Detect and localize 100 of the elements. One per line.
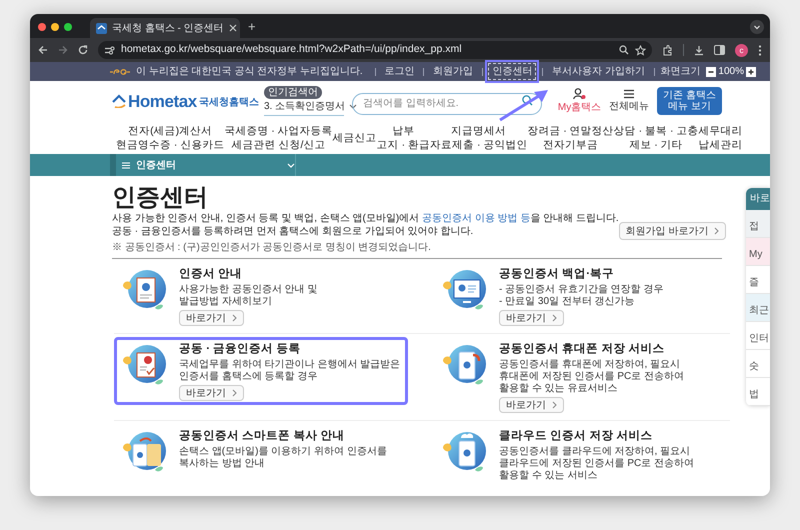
bookmark-star-icon[interactable] (635, 44, 646, 56)
extensions-icon[interactable] (662, 44, 673, 56)
card-title: 인증서 안내 (179, 267, 244, 282)
nav-menu-item[interactable]: 세무대리 납세관리 (698, 124, 742, 152)
shortcut-button[interactable]: 바로가기 (179, 310, 244, 326)
service-card[interactable]: 클라우드 인증서 저장 서비스 공동인증서를 클라우드에 저장하여, 필요시 클라우드에 저장된 인증서를 PC로 전송하여 활용할 수 있는 서비스 (434, 424, 730, 486)
copy-certificate-icon (121, 430, 169, 474)
card-description: 국세업무를 위하여 타기관이나 은행에서 발급받은 인증서를 홈택스에 등록할 경우 (179, 359, 400, 383)
top-link[interactable]: 회원가입 (430, 64, 476, 79)
page-title: 인증센터 (112, 184, 209, 212)
close-window-button[interactable] (38, 23, 46, 31)
zoom-icon[interactable] (619, 45, 629, 55)
new-tab-button[interactable]: + (246, 18, 258, 38)
document-certificate-icon (121, 268, 169, 312)
intro-text: 사용 가능한 인증서 안내, 인증서 등록 및 백업, 손택스 앱(모바일)에서 공동인증서 이용 방법 등을 안내해 드립니다. (112, 212, 619, 225)
nav-menu-item[interactable]: 전자(세금)계산서 현금영수증 · 신용카드 (116, 124, 224, 152)
service-card[interactable]: 공동 · 금융인증서 등록 국세업무를 위하여 타기관이나 은행에서 발급받은 인증서를 홈택스에 등록할 경우 바로가기 (114, 337, 408, 405)
nav-menu-item[interactable]: 국세증명 · 사업자등록 세금관련 신청/신고 (224, 124, 333, 152)
top-link[interactable]: 부서사용자 가입하기 (549, 64, 648, 79)
card-description: 공동인증서를 클라우드에 저장하여, 필요시 클라우드에 저장된 인증서를 PC로 전송하여 활용할 수 있는 서비스 (499, 446, 694, 482)
browser-tab[interactable]: 국세청 홈택스 - 인증센터 (90, 18, 240, 38)
chevron-down-icon (287, 162, 295, 168)
card-title: 클라우드 인증서 저장 서비스 (499, 429, 654, 444)
chevron-right-icon (552, 401, 557, 409)
side-panel-icon[interactable] (714, 45, 725, 55)
card-description: 사용가능한 공동인증서 안내 및 발급방법 자세히보기 (179, 284, 318, 308)
card-description: 손택스 앱(모바일)를 이용하기 위하여 인증서를 복사하는 방법 안내 (179, 446, 387, 470)
user-icon (573, 88, 586, 100)
zoom-window-button[interactable] (64, 23, 72, 31)
tab-list-icon[interactable] (750, 20, 764, 34)
shortcut-button[interactable]: 바로가기 (179, 385, 244, 401)
card-title: 공동인증서 휴대폰 저장 서비스 (499, 342, 666, 357)
nav-menu-item[interactable]: 세금신고 (332, 130, 377, 144)
nav-menu-item[interactable]: 장려금 · 연말정산 전자기부금 (527, 124, 614, 152)
more-menu-icon[interactable] (758, 44, 762, 56)
chevron-right-icon (714, 227, 720, 235)
site-settings-icon[interactable] (104, 46, 115, 54)
quick-menu-item[interactable]: 법 (746, 378, 770, 406)
shortcut-button[interactable]: 바로가기 (499, 397, 564, 413)
phone-certificate-icon (441, 343, 489, 387)
favicon-icon (96, 22, 107, 34)
my-hometax-link[interactable]: My홈택스 (558, 88, 602, 114)
note-text: ※ 공동인증서 : (구)공인인증서가 공동인증서로 명칭이 변경되었습니다. (112, 241, 432, 254)
full-menu-button[interactable]: 전체메뉴 (609, 88, 650, 114)
quick-menu-heading: 바로 (746, 188, 770, 210)
search-field[interactable]: 검색어를 입력하세요. (352, 92, 542, 114)
pointer-arrow (499, 90, 548, 122)
breadcrumb-menu[interactable]: 인증센터 (110, 154, 296, 176)
quick-menu-item[interactable]: 숫 (746, 350, 770, 378)
quick-menu-item[interactable]: 접 (746, 210, 770, 238)
screen-size-label: 화면크기 (660, 65, 700, 79)
quick-menu-item[interactable]: 최근 (746, 294, 770, 322)
legacy-menu-button[interactable]: 기존 홈택스 메뉴 보기 (657, 87, 722, 115)
chevron-down-icon[interactable] (349, 104, 358, 109)
nav-menu-item[interactable]: 지급명세서 자료제출 · 공익법인 (430, 124, 528, 152)
service-card[interactable]: 공동인증서 백업·복구 - 공동인증서 유효기간을 연장할 경우 - 만료일 30일 전부터 갱신가능 바로가기 (434, 262, 730, 330)
nav-menu-item[interactable]: 상담 · 불복 · 고충 제보 · 기타 (614, 124, 698, 152)
url-text: hometax.go.kr/websquare/websquare.html?w2xPath=/ui/pp/index_pp.xml (121, 42, 463, 58)
chevron-right-icon (232, 389, 237, 397)
award-certificate-icon (121, 343, 169, 387)
top-link[interactable]: 인증센터 (488, 63, 536, 80)
popular-search-item[interactable]: 3. 소득확인증명서 (264, 99, 346, 114)
minimize-window-button[interactable] (51, 23, 59, 31)
method-link[interactable]: 공동인증서 이용 방법 등 (422, 213, 530, 224)
cloud-certificate-icon (441, 430, 489, 474)
quick-menu-item[interactable]: My (746, 238, 770, 266)
quick-menu-item[interactable]: 즐 (746, 266, 770, 294)
service-card[interactable]: 인증서 안내 사용가능한 공동인증서 안내 및 발급방법 자세히보기 바로가기 (114, 262, 408, 330)
chevron-right-icon (232, 314, 237, 322)
zoom-level: 100% (718, 65, 744, 79)
zoom-in-icon[interactable] (746, 66, 756, 76)
card-title: 공동인증서 스마트폰 복사 안내 (179, 429, 346, 444)
close-icon[interactable] (228, 24, 237, 32)
join-shortcut-button[interactable]: 회원가입 바로가기 (618, 222, 726, 240)
logo-subtitle: 국세청홈택스 (198, 96, 259, 110)
service-card[interactable]: 공동인증서 스마트폰 복사 안내 손택스 앱(모바일)를 이용하기 위하여 인증서를 복사하는 방법 안내 (114, 424, 408, 478)
card-description: 공동인증서를 휴대폰에 저장하여, 필요시 휴대폰에 저장된 인증서를 PC로 전송하여 활용할 수 있는 유료서비스 (499, 359, 684, 395)
profile-avatar[interactable]: c (735, 44, 748, 56)
shortcut-button[interactable]: 바로가기 (499, 310, 564, 326)
reload-icon[interactable] (78, 45, 88, 55)
back-icon[interactable] (38, 45, 48, 55)
forward-icon[interactable] (58, 45, 68, 55)
chevron-right-icon (552, 314, 557, 322)
popular-search-badge: 인기검색어 (264, 86, 322, 99)
house-roof-icon (112, 94, 126, 108)
tab-title: 국세청 홈택스 - 인증센터 (112, 22, 224, 36)
search-icon[interactable] (522, 95, 533, 106)
eg-logo-icon (110, 68, 130, 76)
card-title: 공동 · 금융인증서 등록 (179, 342, 302, 357)
service-card[interactable]: 공동인증서 휴대폰 저장 서비스 공동인증서를 휴대폰에 저장하여, 필요시 휴대폰에 저장된 인증서를 PC로 전송하여 활용할 수 있는 유료서비스 바로가기 (434, 337, 730, 417)
intro-text: 공동 · 금융인증서를 등록하려면 먼저 홈택스에 회원으로 가입되어 있어야 합니다. (112, 225, 474, 238)
quick-menu-item[interactable]: 인터 (746, 322, 770, 350)
card-description: - 공동인증서 유효기간을 연장할 경우 - 만료일 30일 전부터 갱신가능 (499, 284, 664, 308)
menu-icon (623, 88, 636, 98)
download-icon[interactable] (694, 44, 704, 56)
gov-site-notice: 이 누리집은 대한민국 공식 전자정부 누리집입니다. (136, 65, 363, 79)
nav-menu-item[interactable]: 납부 고지 · 환급 (376, 124, 430, 152)
zoom-out-icon[interactable] (706, 66, 716, 76)
top-link[interactable]: 로그인 (381, 64, 418, 79)
address-bar[interactable]: hometax.go.kr/websquare/websquare.html?w2xPath=/ui/pp/index_pp.xml (98, 41, 652, 59)
